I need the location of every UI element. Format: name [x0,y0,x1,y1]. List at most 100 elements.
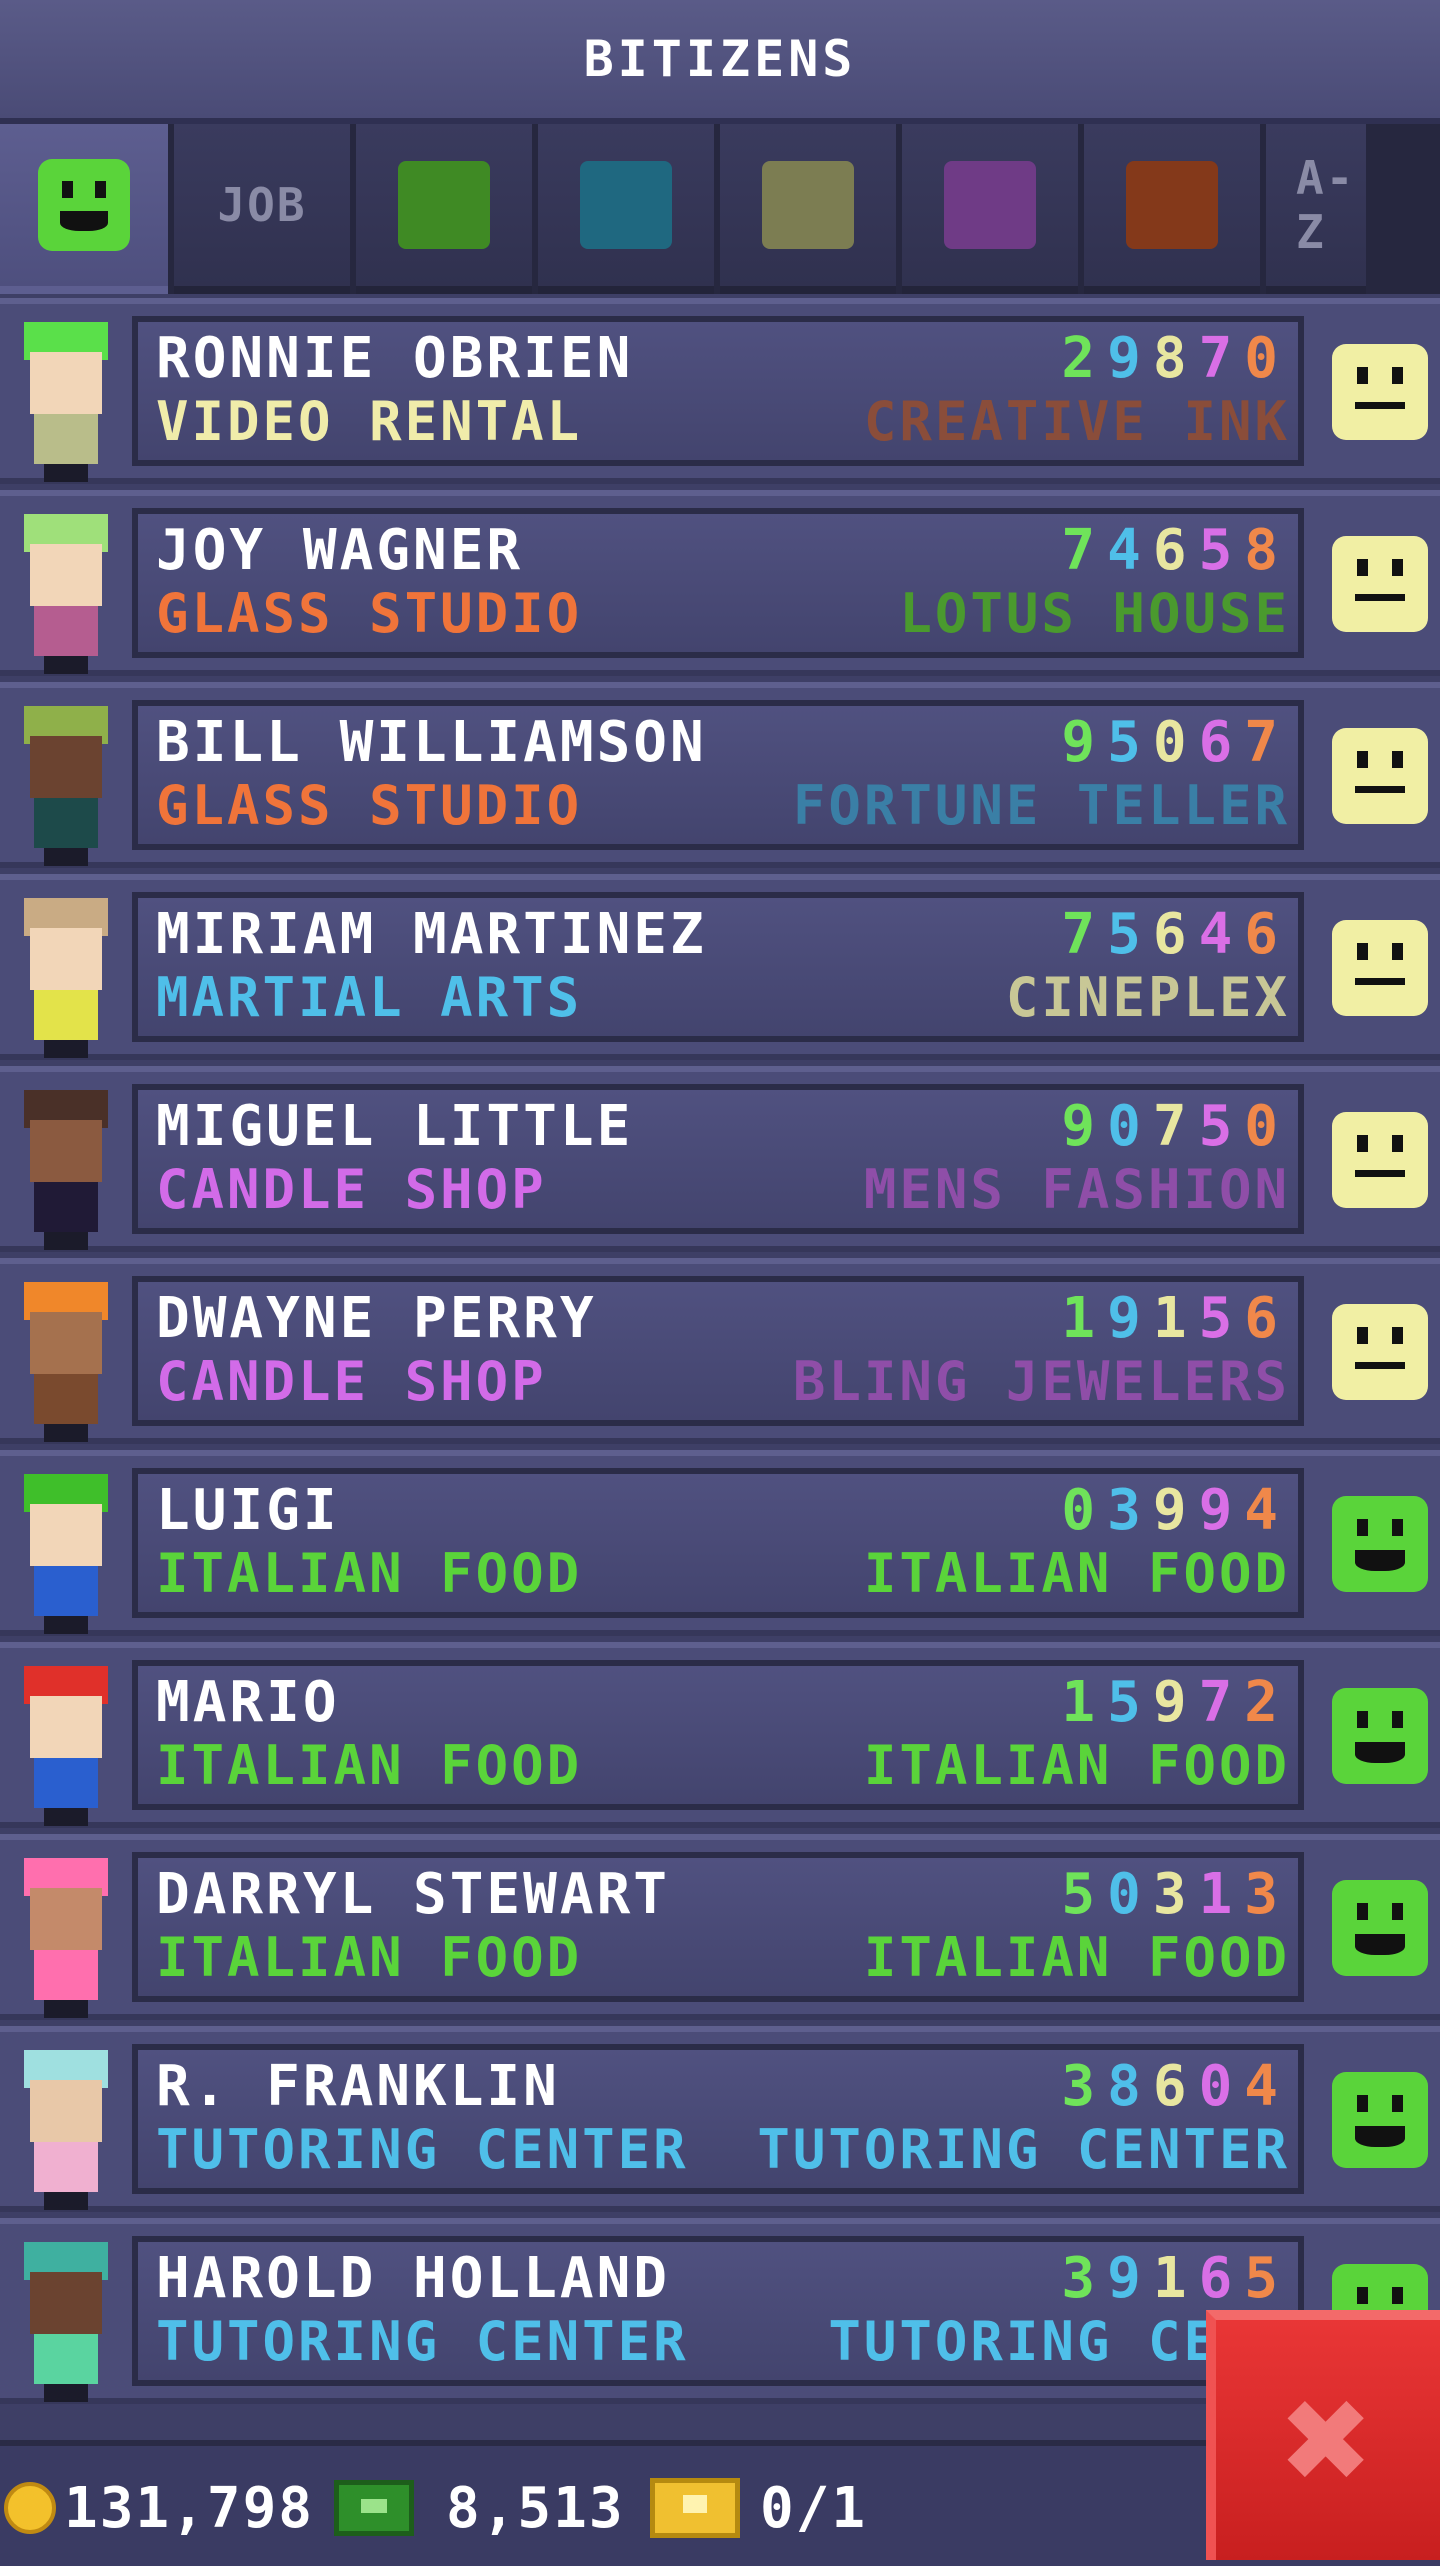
bitizen-name: R. FRANKLIN [156,2054,560,2119]
bitizen-id: 90750 [1061,1094,1290,1159]
bitizen-dream-job: MARTIAL ARTS [156,966,583,1029]
bitizen-avatar [16,1090,116,1250]
neutral-face-icon [1332,728,1428,824]
bitizen-dream-job: TUTORING CENTER [156,2310,689,2373]
bitizen-workplace: CINEPLEX [1005,966,1290,1029]
bitizen-workplace: ITALIAN FOOD [863,1926,1290,1989]
bitizen-card: LUIGI 03994 ITALIAN FOOD ITALIAN FOOD [132,1468,1304,1618]
bitizen-id: 95067 [1061,710,1290,775]
tab-green-category[interactable] [356,124,532,294]
bux-icon [650,2478,740,2538]
bitizen-row[interactable]: MIGUEL LITTLE 90750 CANDLE SHOP MENS FASHIO… [0,1066,1440,1252]
bitizen-name: DWAYNE PERRY [156,1286,597,1351]
bitizen-avatar [16,1474,116,1634]
close-icon: ✖ [1282,2353,1374,2527]
bitizen-row[interactable]: RONNIE OBRIEN 29870 VIDEO RENTAL CREATIVE I… [0,298,1440,484]
tab-olive-category[interactable] [720,124,896,294]
bitizen-workplace: ITALIAN FOOD [863,1542,1290,1605]
bitizen-card: MIGUEL LITTLE 90750 CANDLE SHOP MENS FASHIO… [132,1084,1304,1234]
neutral-face-icon [1332,536,1428,632]
bitizen-row[interactable]: LUIGI 03994 ITALIAN FOOD ITALIAN FOOD [0,1450,1440,1636]
bitizen-card: DWAYNE PERRY 19156 CANDLE SHOP BLING JEWELE… [132,1276,1304,1426]
bitizen-workplace: MENS FASHION [863,1158,1290,1221]
happy-face-icon [1332,2072,1428,2168]
bitizen-row[interactable]: MIRIAM MARTINEZ 75646 MARTIAL ARTS CINEPLEX [0,874,1440,1060]
coin-icon [4,2482,56,2534]
bitizen-id: 03994 [1061,1478,1290,1543]
bitizen-name: BILL WILLIAMSON [156,710,707,775]
bitizen-row[interactable]: DARRYL STEWART 50313 ITALIAN FOOD ITALIAN F… [0,1834,1440,2020]
tab-mood[interactable] [0,124,168,294]
bitizen-avatar [16,898,116,1058]
bitizen-row[interactable]: JOY WAGNER 74658 GLASS STUDIO LOTUS HOUSE [0,490,1440,676]
bitizen-avatar [16,1666,116,1826]
bitizen-card: BILL WILLIAMSON 95067 GLASS STUDIO FORTUNE … [132,700,1304,850]
tab-label: A-Z [1296,151,1356,259]
bitizen-id: 50313 [1061,1862,1290,1927]
bitizen-id: 38604 [1061,2054,1290,2119]
bitizen-id: 39165 [1061,2246,1290,2311]
cash-icon [334,2480,414,2536]
tab-brown-category[interactable] [1084,124,1260,294]
bitizen-dream-job: TUTORING CENTER [156,2118,689,2181]
brown-category-icon [1126,161,1218,249]
bitizen-workplace: TUTORING CENTER [757,2118,1290,2181]
bitizen-workplace: FORTUNE TELLER [792,774,1290,837]
tab-label: JOB [217,178,307,232]
header-bar: BITIZENS [0,0,1440,124]
bitizen-dream-job: CANDLE SHOP [156,1158,547,1221]
close-button[interactable]: ✖ [1206,2310,1440,2560]
neutral-face-icon [1332,1112,1428,1208]
happy-face-icon [1332,1496,1428,1592]
bitizen-name: DARRYL STEWART [156,1862,671,1927]
bitizen-name: MIRIAM MARTINEZ [156,902,707,967]
coins-value: 131,798 [64,2476,315,2541]
bitizen-id: 29870 [1061,326,1290,391]
happy-face-icon [1332,1880,1428,1976]
bitizen-card: MARIO 15972 ITALIAN FOOD ITALIAN FOOD [132,1660,1304,1810]
bitizen-workplace: CREATIVE INK [863,390,1290,453]
bitizen-id: 75646 [1061,902,1290,967]
bitizen-dream-job: ITALIAN FOOD [156,1926,583,1989]
bitizen-name: HAROLD HOLLAND [156,2246,671,2311]
filter-tabs: JOB A-Z [0,124,1440,294]
blue-category-icon [580,161,672,249]
bitizen-list[interactable]: RONNIE OBRIEN 29870 VIDEO RENTAL CREATIVE I… [0,298,1440,2410]
bitizen-card: HAROLD HOLLAND 39165 TUTORING CENTER TUTORI… [132,2236,1304,2386]
bux-value: 0/1 [760,2476,868,2541]
purple-category-icon [944,161,1036,249]
happy-face-icon [1332,1688,1428,1784]
bitizen-row[interactable]: MARIO 15972 ITALIAN FOOD ITALIAN FOOD [0,1642,1440,1828]
bitizen-avatar [16,2242,116,2402]
bitizen-workplace: ITALIAN FOOD [863,1734,1290,1797]
tab-a-z[interactable]: A-Z [1266,124,1366,294]
bitizen-id: 15972 [1061,1670,1290,1735]
bitizen-name: LUIGI [156,1478,340,1543]
green-category-icon [398,161,490,249]
tab-purple-category[interactable] [902,124,1078,294]
bitizen-dream-job: ITALIAN FOOD [156,1734,583,1797]
neutral-face-icon [1332,1304,1428,1400]
bitizen-name: MIGUEL LITTLE [156,1094,634,1159]
page-title: BITIZENS [583,30,857,88]
bitizen-row[interactable]: DWAYNE PERRY 19156 CANDLE SHOP BLING JEWELE… [0,1258,1440,1444]
bitizen-dream-job: CANDLE SHOP [156,1350,547,1413]
bitizen-card: R. FRANKLIN 38604 TUTORING CENTER TUTORING … [132,2044,1304,2194]
bitizen-dream-job: ITALIAN FOOD [156,1542,583,1605]
bitizen-avatar [16,2050,116,2210]
bitizen-name: MARIO [156,1670,340,1735]
neutral-face-icon [1332,920,1428,1016]
tab-blue-category[interactable] [538,124,714,294]
bitizen-id: 19156 [1061,1286,1290,1351]
bitizen-row[interactable]: R. FRANKLIN 38604 TUTORING CENTER TUTORING … [0,2026,1440,2212]
bitizen-name: RONNIE OBRIEN [156,326,634,391]
bitizen-card: DARRYL STEWART 50313 ITALIAN FOOD ITALIAN F… [132,1852,1304,2002]
bitizen-avatar [16,322,116,482]
bitizen-workplace: BLING JEWELERS [792,1350,1290,1413]
bitizen-avatar [16,706,116,866]
tab-job[interactable]: JOB [174,124,350,294]
bitizen-card: JOY WAGNER 74658 GLASS STUDIO LOTUS HOUSE [132,508,1304,658]
bitizen-card: MIRIAM MARTINEZ 75646 MARTIAL ARTS CINEPLEX [132,892,1304,1042]
bitizen-name: JOY WAGNER [156,518,524,583]
bitizen-row[interactable]: BILL WILLIAMSON 95067 GLASS STUDIO FORTUNE … [0,682,1440,868]
